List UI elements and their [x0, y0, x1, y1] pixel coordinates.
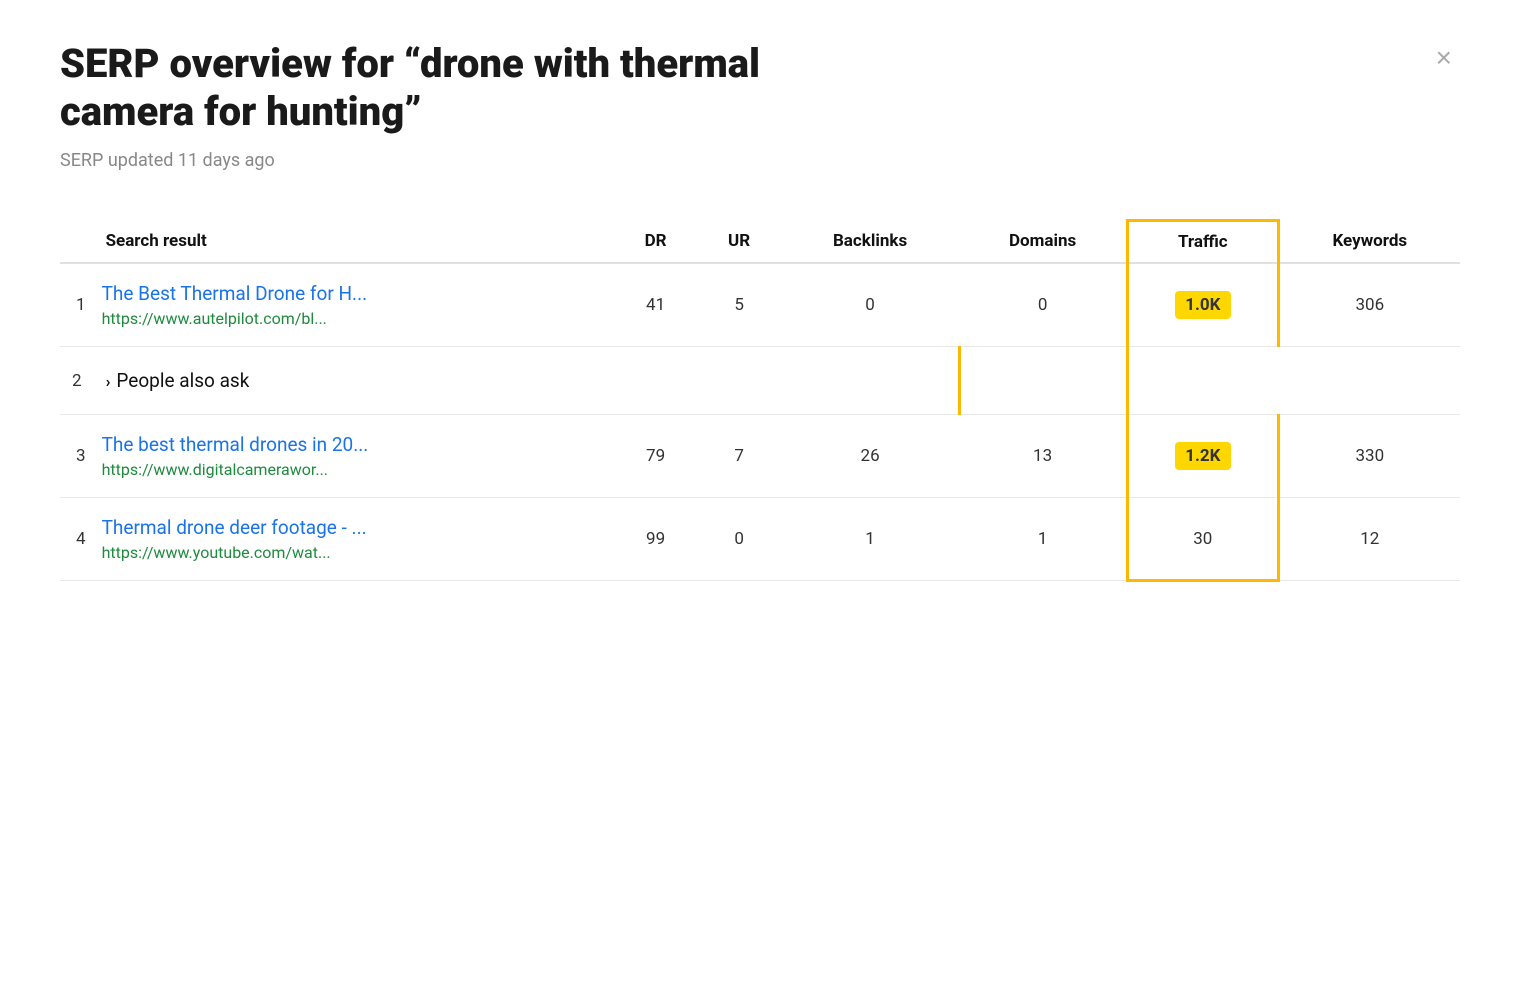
traffic-cell: 1.2K [1128, 415, 1279, 498]
table-row: 3 The best thermal drones in 20... https… [60, 415, 1460, 498]
backlinks-cell: 26 [781, 415, 959, 498]
chevron-right-icon: › [106, 372, 111, 391]
col-header-keywords: Keywords [1278, 221, 1460, 264]
panel-title: SERP overview for “drone with thermal ca… [60, 40, 860, 136]
traffic-value-highlight: 1.2K [1175, 442, 1231, 470]
table-row: 1 The Best Thermal Drone for H... https:… [60, 263, 1460, 347]
domains-cell: 0 [959, 263, 1127, 347]
result-cell: The best thermal drones in 20... https:/… [94, 415, 614, 498]
col-header-search-result: Search result [94, 221, 614, 264]
traffic-value: 30 [1193, 529, 1212, 549]
col-header-num [60, 221, 94, 264]
col-header-dr: DR [614, 221, 697, 264]
keywords-cell: 306 [1278, 263, 1460, 347]
row-num: 1 [60, 263, 94, 347]
keywords-cell: 330 [1278, 415, 1460, 498]
col-header-backlinks: Backlinks [781, 221, 959, 264]
ur-cell: 0 [697, 498, 781, 581]
row-num: 3 [60, 415, 94, 498]
dr-cell: 79 [614, 415, 697, 498]
traffic-cell-paa [959, 347, 1127, 415]
ur-cell: 7 [697, 415, 781, 498]
keywords-cell-paa [1128, 347, 1279, 415]
result-url[interactable]: https://www.youtube.com/wat... [102, 543, 602, 562]
col-header-ur: UR [697, 221, 781, 264]
result-title[interactable]: The best thermal drones in 20... [102, 433, 602, 456]
dr-cell: 41 [614, 263, 697, 347]
keywords-cell: 12 [1278, 498, 1460, 581]
result-title[interactable]: The Best Thermal Drone for H... [102, 282, 602, 305]
paa-label: ›People also ask [106, 369, 250, 392]
paa-cell: ›People also ask [94, 347, 960, 415]
panel-subtitle: SERP updated 11 days ago [60, 150, 1460, 171]
result-cell: Thermal drone deer footage - ... https:/… [94, 498, 614, 581]
domains-cell: 13 [959, 415, 1127, 498]
result-cell: The Best Thermal Drone for H... https://… [94, 263, 614, 347]
dr-cell: 99 [614, 498, 697, 581]
backlinks-cell: 0 [781, 263, 959, 347]
table-row: 4 Thermal drone deer footage - ... https… [60, 498, 1460, 581]
ur-cell: 5 [697, 263, 781, 347]
serp-overview-panel: × SERP overview for “drone with thermal … [60, 40, 1460, 582]
row-num: 4 [60, 498, 94, 581]
row-num: 2 [60, 347, 94, 415]
result-title[interactable]: Thermal drone deer footage - ... [102, 516, 602, 539]
table-row: 2 ›People also ask [60, 347, 1460, 415]
traffic-cell: 30 [1128, 498, 1279, 581]
backlinks-cell: 1 [781, 498, 959, 581]
result-url[interactable]: https://www.digitalcamerawor... [102, 460, 602, 479]
traffic-cell: 1.0K [1128, 263, 1279, 347]
results-table: Search result DR UR Backlinks Domains Tr… [60, 219, 1460, 582]
domains-cell: 1 [959, 498, 1127, 581]
traffic-value-highlight: 1.0K [1175, 291, 1231, 319]
col-header-domains: Domains [959, 221, 1127, 264]
close-button[interactable]: × [1428, 40, 1460, 76]
result-url[interactable]: https://www.autelpilot.com/bl... [102, 309, 602, 328]
col-header-traffic: Traffic [1128, 221, 1279, 264]
